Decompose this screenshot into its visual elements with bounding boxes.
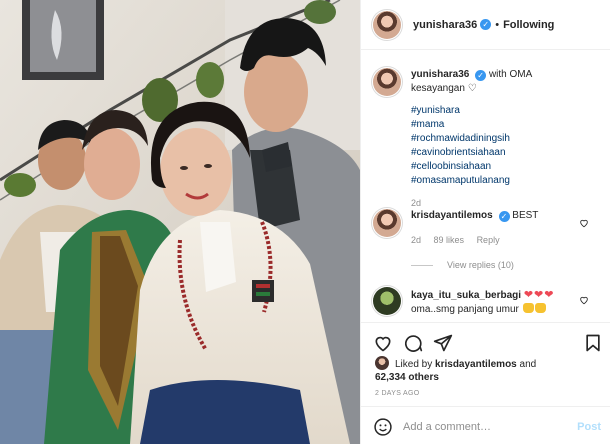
heart-icon[interactable] — [373, 333, 393, 353]
caption-time[interactable]: 2d — [411, 198, 421, 208]
caption: yunishara36 ✓ with OMA kesayangan ♡ #yun… — [373, 68, 605, 208]
author-avatar[interactable] — [373, 10, 401, 39]
comment-time[interactable]: 2d — [411, 235, 421, 245]
likes-prefix: Liked by — [395, 359, 433, 370]
following-button[interactable]: Following — [503, 19, 554, 31]
comment-text: oma..smg panjang umur — [411, 304, 519, 315]
post-details-panel: yunishara36 ✓ • Following yunishara36 ✓ … — [360, 0, 610, 444]
verified-badge-icon: ✓ — [475, 70, 487, 81]
commenter-username[interactable]: kaya_itu_suka_berbagi — [411, 290, 521, 301]
paper-plane-icon[interactable] — [433, 333, 453, 353]
caption-author-avatar[interactable] — [373, 68, 401, 96]
post-comment-button[interactable]: Post — [577, 421, 601, 433]
comment-text: BEST — [512, 210, 539, 221]
comments-section[interactable]: yunishara36 ✓ with OMA kesayangan ♡ #yun… — [361, 51, 610, 322]
author-username[interactable]: yunishara36 — [413, 19, 477, 31]
hashtag-link[interactable]: #mama — [411, 118, 586, 132]
commenter-username[interactable]: krisdayantilemos — [411, 210, 493, 221]
post-timestamp[interactable]: 2 DAYS AGO — [375, 390, 420, 397]
comment-composer: Add a comment… Post — [361, 406, 610, 444]
verified-badge-icon: ✓ — [480, 19, 492, 30]
like-comment-icon[interactable] — [579, 295, 589, 305]
liker-avatar — [375, 356, 389, 370]
caption-emoji: ♡ — [467, 83, 477, 94]
likes-connector: and — [519, 359, 537, 370]
comment-icon[interactable] — [403, 333, 423, 353]
verified-badge-icon: ✓ — [498, 211, 510, 222]
comment-hearts: ❤❤❤ — [523, 289, 555, 301]
like-comment-icon[interactable] — [579, 218, 589, 228]
hashtag-link[interactable]: #omasamaputulanang — [411, 174, 586, 188]
folded-hands-icon — [534, 303, 546, 313]
bookmark-icon[interactable] — [583, 333, 603, 353]
hashtag-link[interactable]: #yunishara — [411, 104, 586, 118]
caption-author-username[interactable]: yunishara36 — [411, 69, 469, 80]
hashtag-link[interactable]: #rochmawidadiningsih — [411, 132, 586, 146]
liker-username[interactable]: krisdayantilemos — [435, 359, 517, 370]
instagram-post: yunishara36 ✓ • Following yunishara36 ✓ … — [0, 0, 610, 444]
separator-dot: • — [495, 18, 500, 31]
hashtag-link[interactable]: #cavinobrientsiahaan — [411, 146, 586, 160]
view-replies-label: View replies (10) — [447, 260, 514, 270]
comment-item: kaya_itu_suka_berbagi ❤❤❤ oma..smg panja… — [373, 287, 605, 321]
comment-item: krisdayantilemos ✓ BEST 2d 89 likes Repl… — [373, 209, 605, 279]
commenter-avatar[interactable] — [373, 209, 401, 237]
smiley-icon[interactable] — [373, 417, 393, 437]
hashtag-link[interactable]: #celloobinsiahaan — [411, 160, 586, 174]
comment-input[interactable]: Add a comment… — [403, 421, 491, 433]
post-header: yunishara36 ✓ • Following — [361, 0, 610, 50]
post-photo[interactable] — [0, 0, 360, 444]
likes-others-count[interactable]: 62,334 others — [375, 372, 439, 383]
comment-likes[interactable]: 89 likes — [434, 235, 465, 245]
commenter-avatar[interactable] — [373, 287, 401, 315]
view-replies-link[interactable]: View replies (10) — [411, 260, 514, 270]
folded-hands-icon — [522, 303, 534, 313]
post-actions: Liked by krisdayantilemos and 62,334 oth… — [361, 322, 610, 406]
family-photo-illustration — [0, 0, 360, 444]
reply-button[interactable]: Reply — [477, 235, 500, 245]
likes-summary[interactable]: Liked by krisdayantilemos and 62,334 oth… — [375, 356, 536, 384]
